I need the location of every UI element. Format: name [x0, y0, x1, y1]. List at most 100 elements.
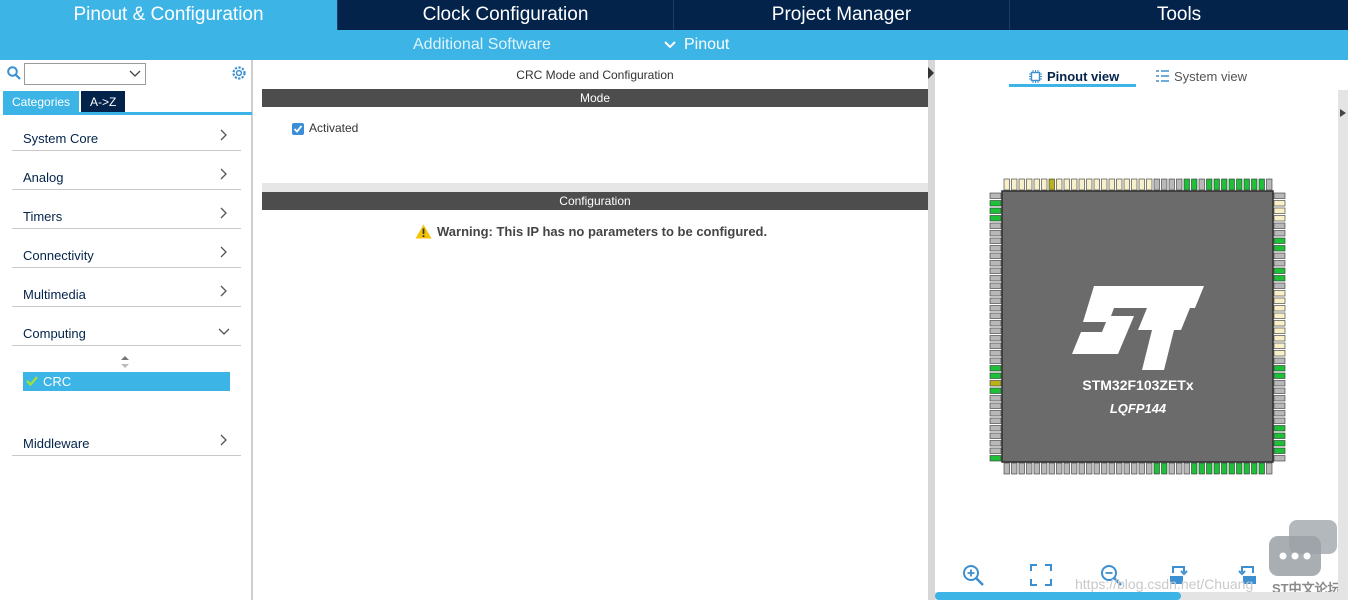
chip-pin[interactable] — [989, 387, 1002, 394]
scrollbar-thumb[interactable] — [935, 592, 1181, 600]
chip-pin[interactable] — [1273, 440, 1286, 447]
chip-pin[interactable] — [1221, 178, 1228, 191]
category-analog[interactable]: Analog — [12, 151, 241, 190]
chip-pin[interactable] — [1273, 432, 1286, 439]
chip-pin[interactable] — [989, 357, 1002, 364]
chip-pin[interactable] — [1011, 178, 1018, 191]
chip-pin[interactable] — [1236, 178, 1243, 191]
chip-pin[interactable] — [989, 335, 1002, 342]
chip-pin[interactable] — [1266, 178, 1273, 191]
chip-pin[interactable] — [989, 410, 1002, 417]
chip-pin[interactable] — [1213, 178, 1220, 191]
chip-pin[interactable] — [1176, 462, 1183, 475]
category-system-core[interactable]: System Core — [12, 112, 241, 151]
chip-pin[interactable] — [1273, 297, 1286, 304]
chip-pin[interactable] — [1273, 245, 1286, 252]
chip-pin[interactable] — [1011, 462, 1018, 475]
tab-pinout-view[interactable]: Pinout view — [1029, 66, 1119, 86]
chip-pin[interactable] — [1071, 178, 1078, 191]
chip-pin[interactable] — [1161, 178, 1168, 191]
chip-pin[interactable] — [989, 297, 1002, 304]
chip-pin[interactable] — [989, 245, 1002, 252]
chip-pin[interactable] — [1056, 462, 1063, 475]
chip-pin[interactable] — [1273, 312, 1286, 319]
chip-pin[interactable] — [1273, 395, 1286, 402]
chip-pin[interactable] — [1033, 462, 1040, 475]
chip-pin[interactable] — [1153, 178, 1160, 191]
chip-pin[interactable] — [1063, 178, 1070, 191]
vertical-scrollbar[interactable] — [1338, 90, 1348, 600]
chip-pin[interactable] — [1273, 282, 1286, 289]
chip-pin[interactable] — [989, 455, 1002, 462]
chip-pin[interactable] — [1033, 178, 1040, 191]
category-connectivity[interactable]: Connectivity — [12, 229, 241, 268]
chip-pin[interactable] — [1206, 462, 1213, 475]
tab-pinout-configuration[interactable]: Pinout & Configuration — [0, 0, 338, 30]
chip-pin[interactable] — [989, 380, 1002, 387]
chip-pin[interactable] — [1093, 462, 1100, 475]
category-computing[interactable]: Computing — [12, 307, 241, 346]
mcu-pinout-diagram[interactable]: STM32F103ZETx LQFP144 — [961, 150, 1321, 510]
chip-pin[interactable] — [1273, 320, 1286, 327]
chip-pin[interactable] — [1228, 462, 1235, 475]
chip-pin[interactable] — [1086, 462, 1093, 475]
chip-pin[interactable] — [1273, 387, 1286, 394]
chip-pin[interactable] — [989, 305, 1002, 312]
chip-pin[interactable] — [1273, 275, 1286, 282]
chip-pin[interactable] — [1273, 380, 1286, 387]
chip-pin[interactable] — [1018, 462, 1025, 475]
pinout-menu[interactable]: Pinout — [684, 30, 729, 60]
chip-pin[interactable] — [1273, 425, 1286, 432]
chip-pin[interactable] — [1273, 260, 1286, 267]
chip-pin[interactable] — [1221, 462, 1228, 475]
chip-pin[interactable] — [989, 222, 1002, 229]
chip-pin[interactable] — [1273, 200, 1286, 207]
chip-pin[interactable] — [1251, 462, 1258, 475]
chip-pin[interactable] — [1003, 462, 1010, 475]
chip-pin[interactable] — [989, 432, 1002, 439]
chip-pin[interactable] — [1138, 462, 1145, 475]
activated-checkbox[interactable] — [292, 123, 304, 135]
sort-icon[interactable] — [120, 356, 130, 368]
chip-pin[interactable] — [1273, 327, 1286, 334]
chip-pin[interactable] — [1108, 462, 1115, 475]
chip-pin[interactable] — [1273, 402, 1286, 409]
chip-pin[interactable] — [989, 417, 1002, 424]
chip-pin[interactable] — [989, 425, 1002, 432]
panel-splitter[interactable] — [928, 60, 935, 600]
chip-pin[interactable] — [989, 440, 1002, 447]
chip-pin[interactable] — [1116, 178, 1123, 191]
chip-pin[interactable] — [1191, 178, 1198, 191]
chip-pin[interactable] — [1273, 252, 1286, 259]
chip-pin[interactable] — [989, 342, 1002, 349]
chip-pin[interactable] — [1003, 178, 1010, 191]
tab-tools[interactable]: Tools — [1010, 0, 1348, 30]
chip-pin[interactable] — [1273, 372, 1286, 379]
chip-pin[interactable] — [1273, 357, 1286, 364]
tab-a-to-z[interactable]: A->Z — [81, 91, 126, 112]
chip-pin[interactable] — [1168, 178, 1175, 191]
chip-pin[interactable] — [1273, 215, 1286, 222]
chip-pin[interactable] — [1026, 462, 1033, 475]
chip-pin[interactable] — [1273, 222, 1286, 229]
chip-pin[interactable] — [1048, 178, 1055, 191]
chip-pin[interactable] — [1093, 178, 1100, 191]
chip-pin[interactable] — [1056, 178, 1063, 191]
chip-pin[interactable] — [989, 200, 1002, 207]
chip-pin[interactable] — [1048, 462, 1055, 475]
chip-pin[interactable] — [1273, 455, 1286, 462]
chip-pin[interactable] — [1161, 462, 1168, 475]
chip-pin[interactable] — [1168, 462, 1175, 475]
chip-pin[interactable] — [989, 312, 1002, 319]
chip-pin[interactable] — [989, 267, 1002, 274]
chip-pin[interactable] — [1183, 178, 1190, 191]
chip-pin[interactable] — [1078, 462, 1085, 475]
chip-pin[interactable] — [1041, 178, 1048, 191]
chip-pin[interactable] — [1018, 178, 1025, 191]
chip-pin[interactable] — [1273, 237, 1286, 244]
tab-clock-configuration[interactable]: Clock Configuration — [338, 0, 674, 30]
chip-pin[interactable] — [1273, 350, 1286, 357]
chip-pin[interactable] — [989, 230, 1002, 237]
chip-pin[interactable] — [1273, 342, 1286, 349]
category-multimedia[interactable]: Multimedia — [12, 268, 241, 307]
